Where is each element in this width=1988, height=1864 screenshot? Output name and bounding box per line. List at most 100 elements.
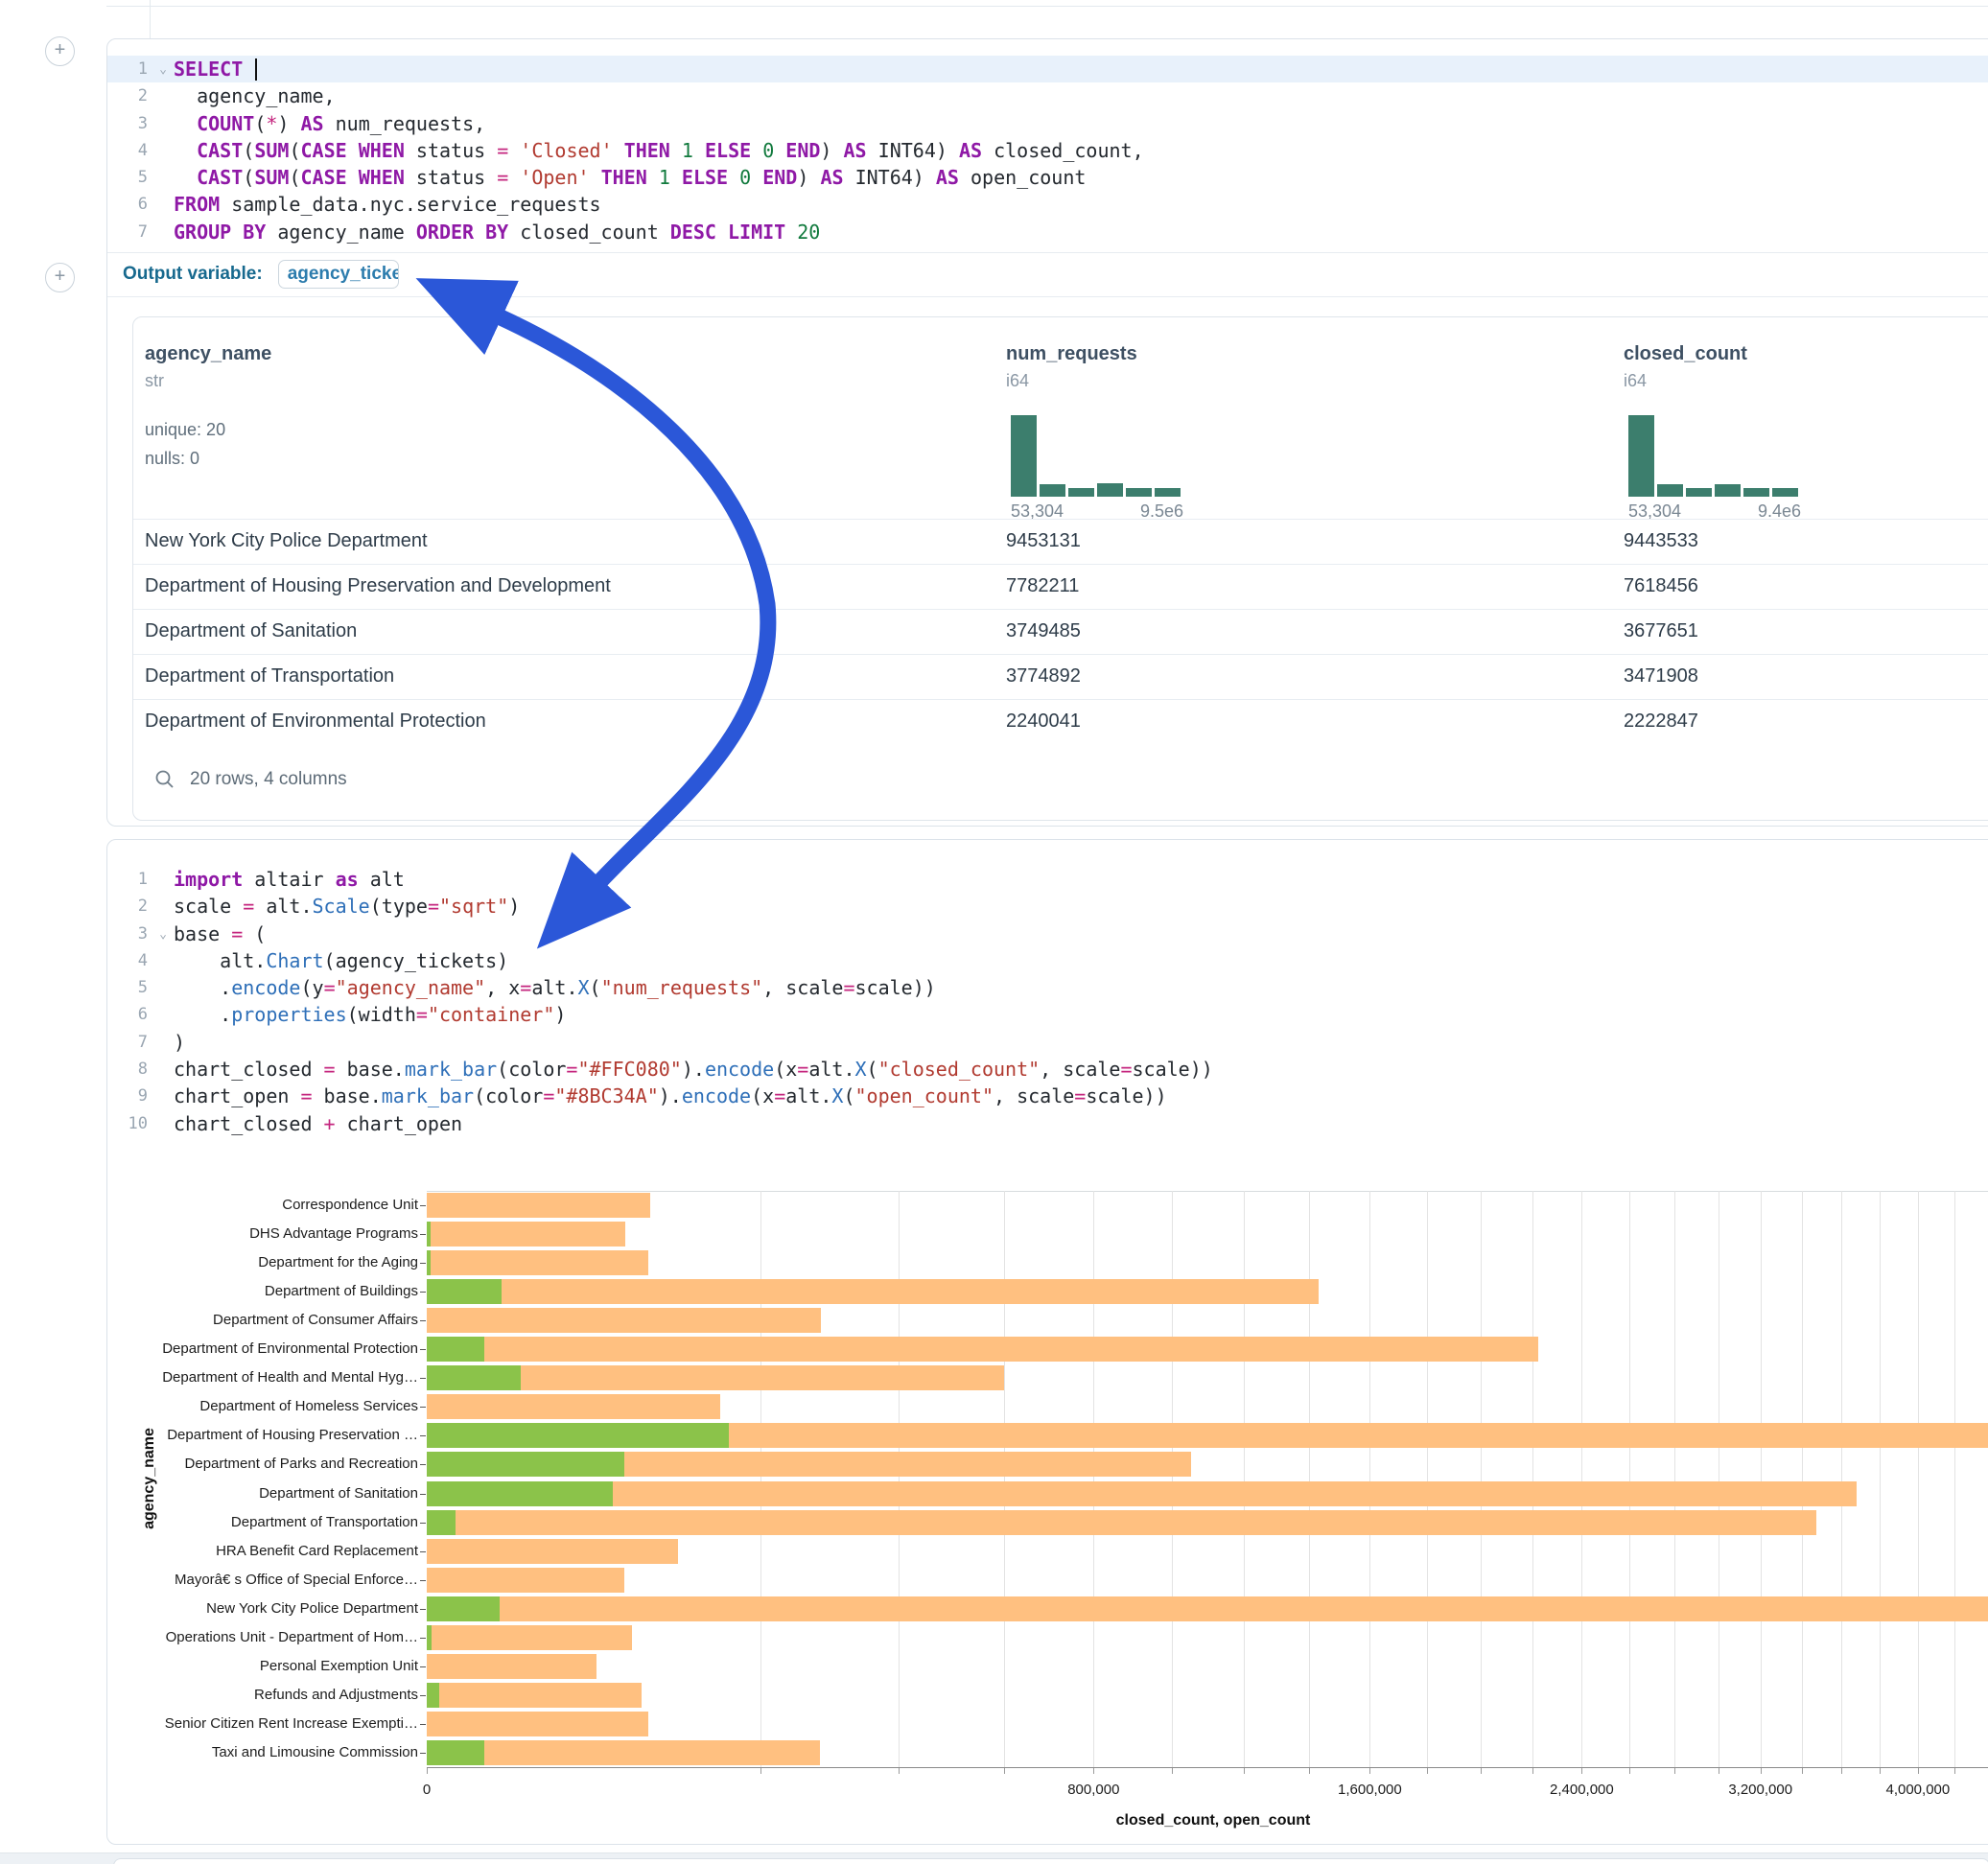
bar-open_count[interactable] <box>427 1481 613 1506</box>
line-number-gutter: 7 <box>107 1029 173 1056</box>
add-cell-button-top[interactable]: + <box>45 36 75 66</box>
code-line[interactable]: 7GROUP BY agency_name ORDER BY closed_co… <box>107 219 1988 245</box>
table-cell: Department of Environmental Protection <box>145 700 486 743</box>
column-name[interactable]: closed_count <box>1624 343 1747 365</box>
notebook-page: + + 1⌄SELECT 2 agency_name,3 COUNT(*) AS… <box>0 0 1988 1864</box>
table-cell: 3471908 <box>1624 655 1698 698</box>
bar-open_count[interactable] <box>427 1625 432 1650</box>
code-line[interactable]: 2scale = alt.Scale(type="sqrt") <box>107 893 1988 920</box>
code-line[interactable]: 5 .encode(y="agency_name", x=alt.X("num_… <box>107 974 1988 1001</box>
table-row[interactable]: Department of Sanitation37494853677651 <box>133 609 1988 654</box>
table-cell: Department of Sanitation <box>145 610 357 653</box>
code-text: CAST(SUM(CASE WHEN status = 'Open' THEN … <box>174 164 1086 191</box>
bar-open_count[interactable] <box>427 1365 521 1390</box>
bar-open_count[interactable] <box>427 1683 439 1708</box>
line-number-gutter: 2 <box>107 893 173 920</box>
column-name[interactable]: num_requests <box>1006 343 1137 365</box>
code-line[interactable]: 8chart_closed = base.mark_bar(color="#FF… <box>107 1056 1988 1083</box>
column-stat: nulls: 0 <box>145 449 199 469</box>
bar-closed_count[interactable] <box>427 1308 821 1333</box>
histogram-bar <box>1686 488 1712 497</box>
code-line[interactable]: 7) <box>107 1029 1988 1056</box>
bar-open_count[interactable] <box>427 1596 500 1621</box>
table-row[interactable]: Department of Environmental Protection 22… <box>133 699 1988 744</box>
bar-open_count[interactable] <box>427 1250 431 1275</box>
bar-open_count[interactable] <box>427 1423 729 1448</box>
bar-closed_count[interactable] <box>427 1222 625 1247</box>
code-text: SELECT <box>174 56 257 82</box>
histogram-bar <box>1772 488 1798 497</box>
code-text: ) <box>174 1029 185 1056</box>
code-text: scale = alt.Scale(type="sqrt") <box>174 893 520 920</box>
bar-closed_count[interactable] <box>427 1250 648 1275</box>
bar-closed_count[interactable] <box>427 1394 720 1419</box>
code-line[interactable]: 9chart_open = base.mark_bar(color="#8BC3… <box>107 1083 1988 1109</box>
code-line[interactable]: 4 CAST(SUM(CASE WHEN status = 'Closed' T… <box>107 137 1988 164</box>
code-line[interactable]: 2 agency_name, <box>107 82 1988 109</box>
line-number-gutter: 3 <box>107 110 173 137</box>
line-number-gutter: 5 <box>107 164 173 191</box>
code-line[interactable]: 1import altair as alt <box>107 866 1988 893</box>
bar-closed_count[interactable] <box>427 1654 596 1679</box>
search-icon[interactable] <box>154 769 175 790</box>
table-row[interactable]: New York City Police Department945313194… <box>133 519 1988 564</box>
bar-closed_count[interactable] <box>427 1481 1857 1506</box>
bar-open_count[interactable] <box>427 1452 624 1477</box>
bar-closed_count[interactable] <box>427 1193 650 1218</box>
bar-closed_count[interactable] <box>427 1539 678 1564</box>
code-line[interactable]: 1⌄SELECT <box>107 56 1988 82</box>
bar-closed_count[interactable] <box>427 1568 624 1593</box>
bar-open_count[interactable] <box>427 1279 502 1304</box>
bar-closed_count[interactable] <box>427 1740 820 1765</box>
bar-open_count[interactable] <box>427 1510 456 1535</box>
code-line[interactable]: 10chart_closed + chart_open <box>107 1110 1988 1137</box>
histogram-bar <box>1743 488 1769 497</box>
column-name[interactable]: agency_name <box>145 343 271 365</box>
code-line[interactable]: 6 .properties(width="container") <box>107 1001 1988 1028</box>
previous-cell-edge <box>106 6 1988 7</box>
line-number-gutter: 10 <box>107 1110 173 1137</box>
table-cell: 3774892 <box>1006 655 1081 698</box>
bar-closed_count[interactable] <box>427 1712 648 1736</box>
bar-open_count[interactable] <box>427 1740 484 1765</box>
table-cell: Department of Transportation <box>145 655 394 698</box>
bar-closed_count[interactable] <box>427 1279 1319 1304</box>
table-cell: 2222847 <box>1624 700 1698 743</box>
bar-closed_count[interactable] <box>427 1596 1988 1621</box>
line-number-gutter: 4 <box>107 137 173 164</box>
bar-open_count[interactable] <box>427 1222 431 1247</box>
code-line[interactable]: 3 COUNT(*) AS num_requests, <box>107 110 1988 137</box>
table-cell: 9443533 <box>1624 520 1698 563</box>
sql-editor[interactable]: 1⌄SELECT 2 agency_name,3 COUNT(*) AS num… <box>107 56 1988 245</box>
line-number-gutter: 7 <box>107 219 173 245</box>
table-row[interactable]: Department of Transportation 3774892 34719… <box>133 654 1988 699</box>
column-type: str <box>145 371 164 391</box>
histogram-bar <box>1628 415 1654 497</box>
line-number-gutter: 5 <box>107 974 173 1001</box>
add-cell-button-mid[interactable]: + <box>45 263 75 292</box>
row-count-label: 20 rows, 4 columns <box>190 758 347 801</box>
code-line[interactable]: 5 CAST(SUM(CASE WHEN status = 'Open' THE… <box>107 164 1988 191</box>
results-table: agency_namestrunique: 20nulls: 0num_requ… <box>132 316 1988 821</box>
bar-closed_count[interactable] <box>427 1510 1816 1535</box>
fold-caret-icon[interactable]: ⌄ <box>159 921 167 948</box>
python-editor[interactable]: 1import altair as alt2scale = alt.Scale(… <box>107 866 1988 1137</box>
table-row[interactable]: Department of Housing Preservation and D… <box>133 564 1988 609</box>
table-cell: 7618456 <box>1624 565 1698 608</box>
code-text: GROUP BY agency_name ORDER BY closed_cou… <box>174 219 820 245</box>
line-number-gutter: 2 <box>107 82 173 109</box>
output-variable-input[interactable]: agency_tickets <box>278 260 399 289</box>
bar-closed_count[interactable] <box>427 1683 642 1708</box>
bar-open_count[interactable] <box>427 1337 484 1362</box>
code-line[interactable]: 4 alt.Chart(agency_tickets) <box>107 947 1988 974</box>
column-type: i64 <box>1006 371 1029 391</box>
code-line[interactable]: 3⌄base = ( <box>107 920 1988 947</box>
code-line[interactable]: 6FROM sample_data.nyc.service_requests <box>107 191 1988 218</box>
line-number-gutter: 9 <box>107 1083 173 1109</box>
histogram-bar <box>1126 488 1152 497</box>
fold-caret-icon[interactable]: ⌄ <box>159 57 167 83</box>
divider <box>107 296 1988 297</box>
histogram-bar <box>1155 488 1181 497</box>
bar-closed_count[interactable] <box>427 1337 1538 1362</box>
bar-closed_count[interactable] <box>427 1625 632 1650</box>
